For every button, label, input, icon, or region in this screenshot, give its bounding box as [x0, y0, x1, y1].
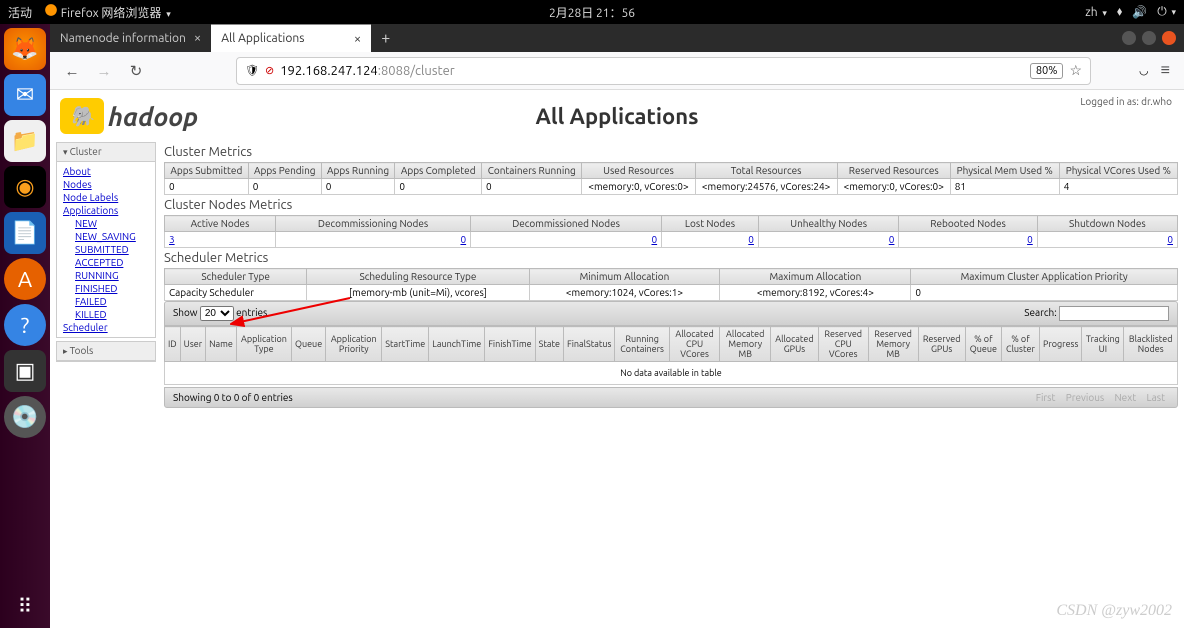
- pager-last[interactable]: Last: [1146, 392, 1165, 403]
- browser-window: Namenode information × All Applications …: [50, 24, 1184, 628]
- pager: First Previous Next Last: [1032, 392, 1169, 403]
- dock-disc[interactable]: 💿: [4, 396, 46, 438]
- dock-firefox[interactable]: 🦊: [4, 28, 46, 70]
- clock[interactable]: 2月28日 21：56: [549, 4, 635, 21]
- gnome-topbar: 活动 Firefox 网络浏览器 ▾ 2月28日 21：56 zh ▾ ⬧ 🔊 …: [0, 0, 1184, 24]
- active-nodes-link[interactable]: 3: [169, 234, 175, 245]
- tab-all-applications[interactable]: All Applications ×: [211, 24, 371, 52]
- zoom-badge[interactable]: 80%: [1030, 63, 1064, 79]
- lock-icon: ⊘: [265, 64, 274, 77]
- page-content: Logged in as: dr.who 🐘hadoop All Applica…: [50, 90, 1184, 628]
- applications-table: IDUserNameApplication TypeQueueApplicati…: [164, 326, 1178, 385]
- datatable-top: Show 20 entries Search:: [164, 301, 1178, 326]
- search-input[interactable]: [1059, 306, 1169, 321]
- cluster-metrics-table: Apps SubmittedApps PendingApps RunningAp…: [164, 162, 1178, 195]
- sidebar-nodes[interactable]: Nodes: [63, 178, 149, 191]
- dock-software[interactable]: A: [4, 258, 46, 300]
- dock-help[interactable]: ?: [4, 304, 46, 346]
- close-button[interactable]: [1162, 31, 1176, 45]
- close-icon[interactable]: ×: [354, 32, 361, 46]
- sidebar-state-finished[interactable]: FINISHED: [75, 282, 149, 295]
- tab-namenode[interactable]: Namenode information ×: [50, 24, 211, 52]
- dock-terminal[interactable]: ▣: [4, 350, 46, 392]
- app-menu[interactable]: Firefox 网络浏览器 ▾: [44, 3, 171, 21]
- new-tab-button[interactable]: +: [371, 29, 400, 47]
- pager-prev[interactable]: Previous: [1066, 392, 1105, 403]
- sidebar-applications[interactable]: Applications: [63, 204, 149, 217]
- reload-button[interactable]: ↻: [124, 59, 148, 83]
- sidebar-state-new[interactable]: NEW: [75, 217, 149, 230]
- datatable-bottom: Showing 0 to 0 of 0 entries First Previo…: [164, 387, 1178, 408]
- scheduler-metrics-table: Scheduler TypeScheduling Resource TypeMi…: [164, 268, 1178, 301]
- minimize-button[interactable]: [1122, 31, 1136, 45]
- scheduler-metrics-title: Scheduler Metrics: [164, 251, 1178, 265]
- sidebar-about[interactable]: About: [63, 165, 149, 178]
- dock-thunderbird[interactable]: ✉: [4, 74, 46, 116]
- sidebar-node-labels[interactable]: Node Labels: [63, 191, 149, 204]
- nodes-metrics-table: Active NodesDecommissioning NodesDecommi…: [164, 215, 1178, 248]
- dock-show-apps[interactable]: ⠿: [18, 594, 33, 618]
- url-text: 192.168.247.124:8088/cluster: [280, 64, 1024, 78]
- sidebar-state-submitted[interactable]: SUBMITTED: [75, 243, 149, 256]
- cluster-metrics-title: Cluster Metrics: [164, 145, 1178, 159]
- sidebar-cluster-head[interactable]: Cluster: [57, 143, 155, 162]
- login-info: Logged in as: dr.who: [1080, 96, 1172, 107]
- back-button[interactable]: ←: [60, 59, 84, 83]
- close-icon[interactable]: ×: [194, 31, 201, 45]
- sidebar-state-killed[interactable]: KILLED: [75, 308, 149, 321]
- entries-select[interactable]: 20: [200, 306, 234, 321]
- dock-files[interactable]: 📁: [4, 120, 46, 162]
- bookmark-icon[interactable]: ☆: [1069, 62, 1082, 79]
- page-title: All Applications: [240, 104, 994, 129]
- lang-indicator[interactable]: zh ▾: [1085, 6, 1107, 19]
- datatable-info: Showing 0 to 0 of 0 entries: [173, 392, 293, 403]
- url-bar[interactable]: 🛡 ⊘ 192.168.247.124:8088/cluster 80% ☆: [236, 57, 1091, 85]
- activities-button[interactable]: 活动: [8, 4, 32, 21]
- nodes-metrics-title: Cluster Nodes Metrics: [164, 198, 1178, 212]
- sidebar-tools-head[interactable]: Tools: [57, 342, 155, 361]
- hamburger-menu[interactable]: ≡: [1157, 61, 1174, 80]
- hadoop-logo[interactable]: 🐘hadoop: [60, 96, 240, 136]
- tab-bar: Namenode information × All Applications …: [50, 24, 1184, 52]
- power-icon[interactable]: ⏻ ▾: [1157, 5, 1176, 19]
- dock-rhythmbox[interactable]: ◉: [4, 166, 46, 208]
- pocket-icon[interactable]: ◡: [1139, 64, 1149, 77]
- watermark: CSDN @zyw2002: [1056, 602, 1172, 620]
- maximize-button[interactable]: [1142, 31, 1156, 45]
- dock-writer[interactable]: 📄: [4, 212, 46, 254]
- sidebar-state-new-saving[interactable]: NEW_SAVING: [75, 230, 149, 243]
- pager-first[interactable]: First: [1036, 392, 1056, 403]
- dock: 🦊 ✉ 📁 ◉ 📄 A ? ▣ 💿 ⠿: [0, 24, 50, 628]
- forward-button[interactable]: →: [92, 59, 116, 83]
- shield-icon: 🛡: [245, 64, 259, 77]
- sidebar-state-running[interactable]: RUNNING: [75, 269, 149, 282]
- sidebar-state-failed[interactable]: FAILED: [75, 295, 149, 308]
- firefox-icon: [44, 3, 58, 17]
- sidebar: Cluster About Nodes Node Labels Applicat…: [56, 142, 156, 408]
- pager-next[interactable]: Next: [1115, 392, 1137, 403]
- sidebar-scheduler[interactable]: Scheduler: [63, 321, 149, 334]
- url-bar-row: ← → ↻ 🛡 ⊘ 192.168.247.124:8088/cluster 8…: [50, 52, 1184, 90]
- network-icon[interactable]: ⬧: [1117, 5, 1122, 19]
- sidebar-state-accepted[interactable]: ACCEPTED: [75, 256, 149, 269]
- main-content: Cluster Metrics Apps SubmittedApps Pendi…: [164, 142, 1178, 408]
- volume-icon[interactable]: 🔊: [1132, 5, 1147, 19]
